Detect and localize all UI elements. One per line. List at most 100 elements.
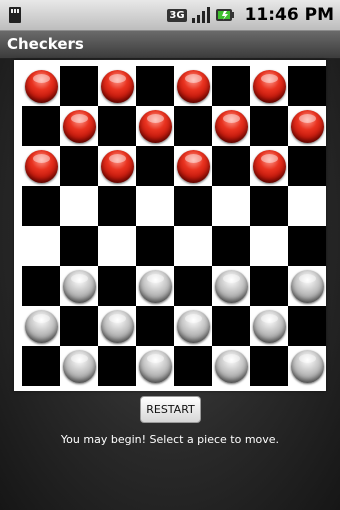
- gray-checker-piece[interactable]: [290, 269, 324, 303]
- gray-checker-piece[interactable]: [214, 269, 248, 303]
- red-checker-piece[interactable]: [62, 109, 96, 143]
- board-square[interactable]: [174, 346, 212, 386]
- gray-checker-piece[interactable]: [252, 309, 286, 343]
- board-square[interactable]: [98, 106, 136, 146]
- board-square[interactable]: [288, 226, 326, 266]
- red-checker-piece[interactable]: [100, 149, 134, 183]
- gray-checker-piece[interactable]: [24, 309, 58, 343]
- signal-strength-icon: [191, 7, 210, 23]
- board-square[interactable]: [98, 226, 136, 266]
- board-square[interactable]: [22, 106, 60, 146]
- board-square[interactable]: [22, 306, 60, 346]
- gray-checker-piece[interactable]: [214, 349, 248, 383]
- board-square[interactable]: [136, 266, 174, 306]
- board-square[interactable]: [60, 306, 98, 346]
- red-checker-piece[interactable]: [24, 149, 58, 183]
- red-checker-piece[interactable]: [290, 109, 324, 143]
- board-square[interactable]: [136, 226, 174, 266]
- red-checker-piece[interactable]: [252, 149, 286, 183]
- board-square[interactable]: [288, 146, 326, 186]
- board-square[interactable]: [212, 66, 250, 106]
- red-checker-piece[interactable]: [252, 69, 286, 103]
- title-bar: Checkers: [0, 31, 340, 59]
- board-square[interactable]: [212, 306, 250, 346]
- board-square[interactable]: [174, 226, 212, 266]
- board-square[interactable]: [288, 186, 326, 226]
- board-square[interactable]: [98, 306, 136, 346]
- board-square[interactable]: [22, 66, 60, 106]
- sd-card-icon: [9, 7, 21, 23]
- board-square[interactable]: [174, 66, 212, 106]
- board-square[interactable]: [60, 66, 98, 106]
- gray-checker-piece[interactable]: [290, 349, 324, 383]
- board-square[interactable]: [212, 266, 250, 306]
- red-checker-piece[interactable]: [176, 69, 210, 103]
- board-square[interactable]: [98, 266, 136, 306]
- board-square[interactable]: [212, 346, 250, 386]
- board-frame: [14, 60, 326, 391]
- gray-checker-piece[interactable]: [138, 269, 172, 303]
- board-square[interactable]: [136, 106, 174, 146]
- board-square[interactable]: [250, 266, 288, 306]
- gray-checker-piece[interactable]: [138, 349, 172, 383]
- red-checker-piece[interactable]: [24, 69, 58, 103]
- board-square[interactable]: [60, 346, 98, 386]
- board-square[interactable]: [136, 66, 174, 106]
- board-square[interactable]: [288, 306, 326, 346]
- app-title: Checkers: [7, 35, 84, 53]
- red-checker-piece[interactable]: [138, 109, 172, 143]
- board-square[interactable]: [288, 106, 326, 146]
- board-square[interactable]: [250, 226, 288, 266]
- board-square[interactable]: [136, 306, 174, 346]
- board-square[interactable]: [98, 186, 136, 226]
- board-square[interactable]: [60, 226, 98, 266]
- board-square[interactable]: [174, 146, 212, 186]
- board-square[interactable]: [60, 106, 98, 146]
- board-square[interactable]: [250, 106, 288, 146]
- board-square[interactable]: [174, 106, 212, 146]
- board-square[interactable]: [212, 146, 250, 186]
- board-square[interactable]: [250, 346, 288, 386]
- board-square[interactable]: [212, 186, 250, 226]
- board-square[interactable]: [98, 146, 136, 186]
- restart-button[interactable]: RESTART: [140, 396, 201, 423]
- red-checker-piece[interactable]: [214, 109, 248, 143]
- board-square[interactable]: [250, 66, 288, 106]
- board-square[interactable]: [60, 266, 98, 306]
- board-square[interactable]: [22, 186, 60, 226]
- board-square[interactable]: [212, 226, 250, 266]
- clock-time: 11:46 PM: [244, 5, 334, 25]
- board-square[interactable]: [288, 346, 326, 386]
- gray-checker-piece[interactable]: [62, 269, 96, 303]
- game-status-message: You may begin! Select a piece to move.: [60, 433, 280, 446]
- network-type-label: 3G: [167, 8, 187, 22]
- board-square[interactable]: [250, 306, 288, 346]
- gray-checker-piece[interactable]: [62, 349, 96, 383]
- board-square[interactable]: [212, 106, 250, 146]
- board-square[interactable]: [174, 266, 212, 306]
- gray-checker-piece[interactable]: [176, 309, 210, 343]
- board-square[interactable]: [22, 146, 60, 186]
- board-square[interactable]: [22, 346, 60, 386]
- board-square[interactable]: [250, 186, 288, 226]
- board-square[interactable]: [136, 146, 174, 186]
- board-square[interactable]: [22, 226, 60, 266]
- board-square[interactable]: [174, 186, 212, 226]
- board-square[interactable]: [60, 146, 98, 186]
- red-checker-piece[interactable]: [100, 69, 134, 103]
- checkers-board[interactable]: [22, 66, 326, 386]
- board-square[interactable]: [136, 346, 174, 386]
- board-square[interactable]: [22, 266, 60, 306]
- board-square[interactable]: [60, 186, 98, 226]
- board-square[interactable]: [136, 186, 174, 226]
- battery-icon: [215, 9, 234, 21]
- red-checker-piece[interactable]: [176, 149, 210, 183]
- board-square[interactable]: [288, 266, 326, 306]
- board-square[interactable]: [98, 346, 136, 386]
- board-square[interactable]: [174, 306, 212, 346]
- board-square[interactable]: [288, 66, 326, 106]
- board-square[interactable]: [250, 146, 288, 186]
- board-square[interactable]: [98, 66, 136, 106]
- status-bar: 3G 11:46 PM: [0, 0, 340, 31]
- gray-checker-piece[interactable]: [100, 309, 134, 343]
